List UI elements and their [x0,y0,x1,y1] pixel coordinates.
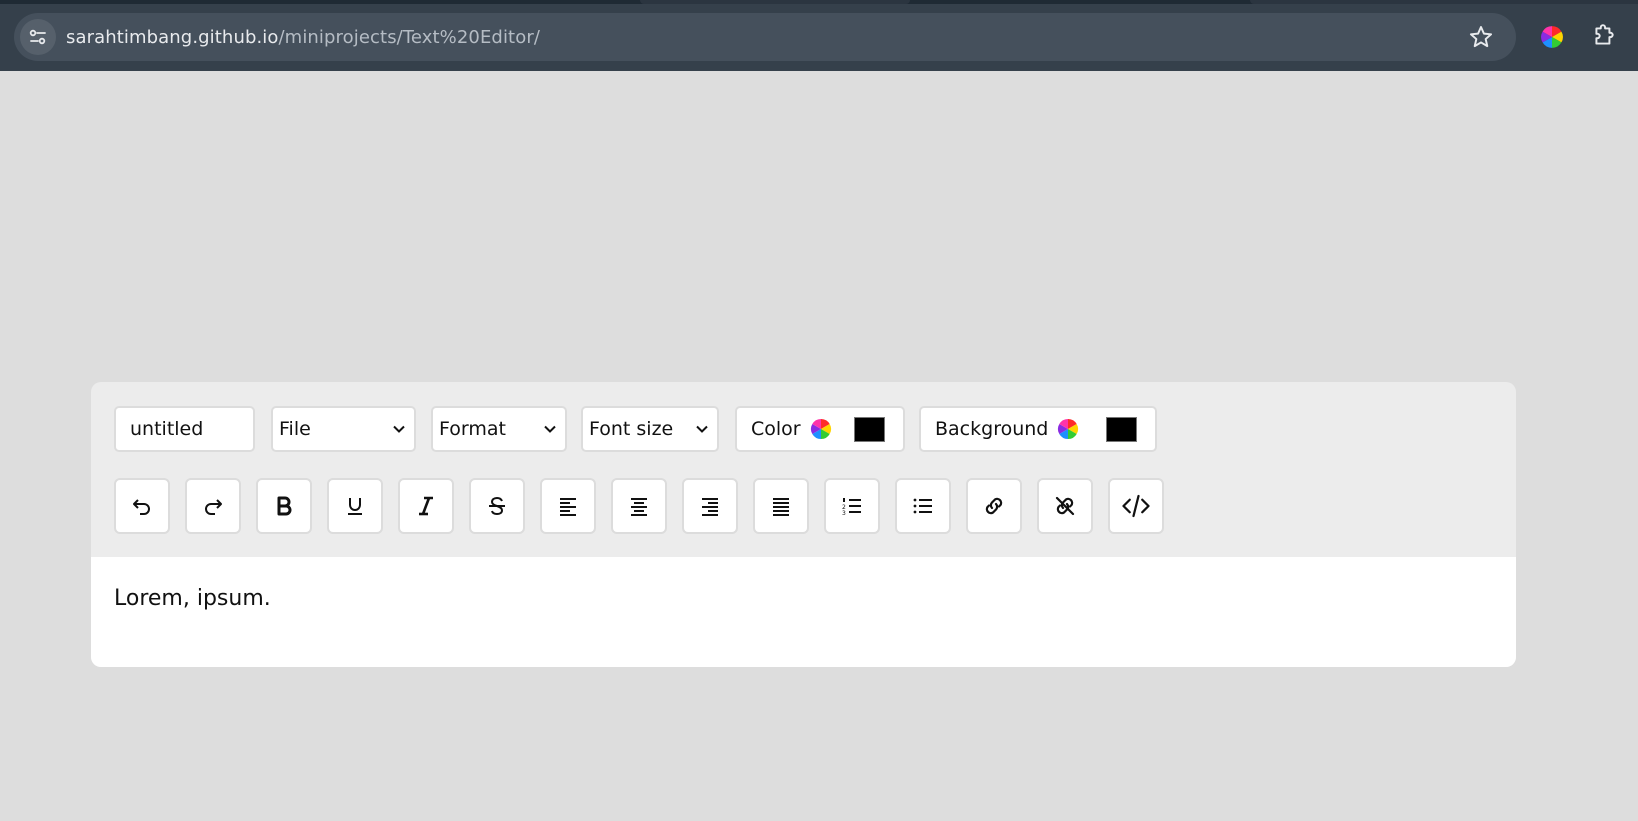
text-editor: untitled File Format Font size Color Bac… [91,382,1516,667]
justify-button[interactable] [753,478,809,534]
unlink-icon [1055,496,1075,516]
filename-input[interactable]: untitled [114,406,255,452]
italic-button[interactable] [398,478,454,534]
color-label: Color [751,418,801,440]
address-bar[interactable]: sarahtimbang.github.io/miniprojects/Text… [14,13,1516,61]
font-size-select-label: Font size [589,418,674,440]
align-center-button[interactable] [611,478,667,534]
url-path: /miniprojects/Text%20Editor/ [278,26,540,48]
undo-button[interactable] [114,478,170,534]
link-button[interactable] [966,478,1022,534]
chevron-down-icon [393,425,405,433]
bold-icon [277,496,292,516]
file-select-label: File [279,418,311,440]
background-color-picker: Background [919,406,1157,452]
italic-icon [419,496,433,516]
underline-icon [348,498,362,515]
background-label: Background [935,418,1049,440]
tab[interactable] [640,0,910,4]
text-color-swatch[interactable] [854,416,885,442]
color-wheel-icon [1058,418,1079,440]
color-wheel-icon [810,418,831,440]
code-button[interactable] [1108,478,1164,534]
file-select[interactable]: File [271,406,416,452]
unordered-list-icon [913,498,932,514]
chevron-down-icon [544,425,556,433]
bold-button[interactable] [256,478,312,534]
format-select-label: Format [439,418,506,440]
strikethrough-button[interactable] [469,478,525,534]
editor-content-text[interactable]: Lorem, ipsum. [114,586,271,611]
strikethrough-icon [489,496,505,516]
align-justify-icon [773,498,789,516]
redo-button[interactable] [185,478,241,534]
extensions-puzzle-icon[interactable] [1591,23,1617,49]
url-domain: sarahtimbang.github.io [66,26,279,48]
site-settings-icon[interactable] [20,19,56,55]
format-select[interactable]: Format [431,406,567,452]
text-color-picker: Color [735,406,905,452]
code-icon [1122,494,1150,518]
underline-button[interactable] [327,478,383,534]
tab[interactable] [1250,0,1638,4]
align-left-icon [560,498,576,516]
color-extension-icon[interactable] [1539,24,1565,50]
url-text[interactable]: sarahtimbang.github.io/miniprojects/Text… [66,27,540,48]
svg-text:3: 3 [842,510,846,517]
redo-icon [205,499,222,515]
ordered-list-button[interactable]: 23 [824,478,880,534]
ordered-list-icon: 23 [842,498,861,517]
unlink-button[interactable] [1037,478,1093,534]
undo-icon [133,499,150,515]
font-size-select[interactable]: Font size [581,406,719,452]
align-right-button[interactable] [682,478,738,534]
bookmark-star-icon[interactable] [1468,24,1494,50]
link-icon [985,497,1003,515]
align-right-icon [702,498,718,516]
align-center-icon [631,498,647,516]
align-left-button[interactable] [540,478,596,534]
unordered-list-button[interactable] [895,478,951,534]
browser-toolbar: sarahtimbang.github.io/miniprojects/Text… [0,0,1638,71]
chevron-down-icon [696,425,708,433]
editor-content-area[interactable]: Lorem, ipsum. [91,557,1516,667]
background-color-swatch[interactable] [1106,416,1137,442]
